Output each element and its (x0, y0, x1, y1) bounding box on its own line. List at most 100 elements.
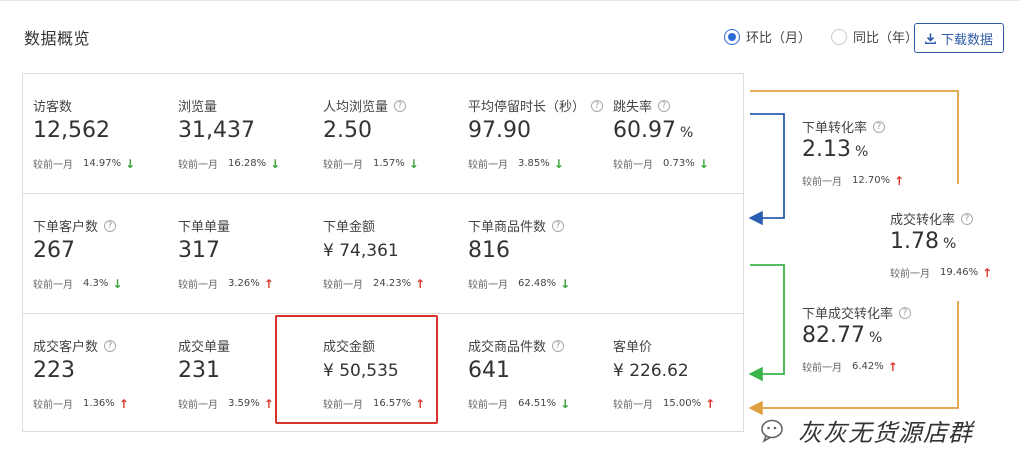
compare-label: 较前一月 (178, 280, 218, 291)
order-deal-conversion-rate: 下单成交转化率? 82.77% 较前一月 6.42% ↑ (802, 303, 1002, 393)
metric-value: ¥ 74,361 (323, 241, 399, 261)
metric-value: 97.90 (468, 118, 531, 143)
metric-cell: 下单客户数? 267 较前一月 4.3% ↓ (23, 194, 168, 313)
compare-pct: 4.3% (83, 278, 109, 289)
metric-value: 12,562 (33, 118, 110, 143)
download-icon (925, 33, 936, 44)
trend-up-icon: ↑ (415, 276, 426, 291)
data-overview-card: 数据概览 环比（月） 同比（年） 下载数据 访客数 12,562 较前一月 14.97… (0, 0, 1020, 474)
metric-cell: 成交商品件数? 641 较前一月 64.51% ↓ (458, 314, 603, 433)
metric-label: 访客数 (33, 100, 73, 115)
trend-down-icon: ↓ (270, 156, 281, 171)
compare-label: 较前一月 (178, 400, 218, 411)
trend-down-icon: ↓ (698, 156, 709, 171)
compare-pct: 12.70% (852, 175, 891, 186)
metric-label: 浏览量 (178, 100, 218, 115)
help-icon[interactable]: ? (552, 339, 565, 352)
compare-label: 较前一月 (323, 280, 363, 291)
compare-pct: 15.00% (663, 398, 702, 409)
compare-pct: 1.57% (373, 158, 405, 169)
highlight-box (275, 315, 438, 424)
help-icon[interactable]: ? (961, 212, 974, 225)
help-icon[interactable]: ? (899, 306, 912, 319)
metric-cell: 访客数 12,562 较前一月 14.97% ↓ (23, 74, 168, 193)
radio-year-over-year[interactable]: 同比（年） (831, 27, 918, 46)
trend-down-icon: ↓ (560, 396, 571, 411)
metric-label: 下单单量 (178, 220, 231, 235)
metric-label: 成交单量 (178, 340, 231, 355)
metric-cell: 下单商品件数? 816 较前一月 62.48% ↓ (458, 194, 603, 313)
compare-pct: 19.46% (940, 267, 979, 278)
blue-flow-line (748, 113, 785, 226)
radio-month-over-month[interactable]: 环比（月） (724, 27, 811, 46)
compare-label: 较前一月 (802, 177, 842, 188)
green-flow-line (748, 264, 785, 382)
trend-down-icon: ↓ (125, 156, 136, 171)
conv-unit: % (854, 144, 869, 160)
metric-cell: 成交客户数? 223 较前一月 1.36% ↑ (23, 314, 168, 433)
metric-cell: 客单价 ¥ 226.62 较前一月 15.00% ↑ (603, 314, 748, 433)
metric-value: 31,437 (178, 118, 255, 143)
metric-value: 816 (468, 238, 510, 263)
metric-label: 下单金额 (323, 220, 376, 235)
metric-value: 267 (33, 238, 75, 263)
compare-label: 较前一月 (613, 160, 653, 171)
conv-label: 下单成交转化率 (802, 307, 894, 322)
metric-value: 2.50 (323, 118, 372, 143)
conv-unit: % (868, 330, 883, 346)
trend-up-icon: ↑ (887, 359, 898, 374)
conv-label: 成交转化率 (890, 213, 956, 228)
metric-label: 人均浏览量 (323, 100, 389, 115)
compare-pct: 62.48% (518, 278, 557, 289)
conv-label: 下单转化率 (802, 121, 868, 136)
trend-up-icon: ↑ (982, 265, 993, 280)
traffic-row: 访客数 12,562 较前一月 14.97% ↓ 浏览量 31,437 较前一月 16.28% ↓… (23, 74, 743, 193)
compare-label: 较前一月 (468, 400, 508, 411)
watermark: 灰灰无货源店群 (760, 413, 973, 448)
conv-value: 82.77 (802, 323, 865, 348)
compare-pct: 14.97% (83, 158, 122, 169)
trend-down-icon: ↓ (560, 276, 571, 291)
compare-label: 较前一月 (33, 280, 73, 291)
radio-checked-icon (724, 28, 740, 45)
metric-value: ¥ 226.62 (613, 361, 689, 381)
trend-up-icon: ↑ (705, 396, 716, 411)
help-icon[interactable]: ? (658, 99, 671, 112)
trend-up-icon: ↑ (894, 173, 905, 188)
metric-value: 231 (178, 358, 220, 383)
metric-value: 223 (33, 358, 75, 383)
trend-down-icon: ↓ (112, 276, 123, 291)
help-icon[interactable]: ? (552, 219, 565, 232)
metric-unit: % (679, 125, 694, 141)
watermark-text: 灰灰无货源店群 (798, 419, 973, 447)
help-icon[interactable]: ? (873, 120, 886, 133)
help-icon[interactable]: ? (104, 219, 117, 232)
conv-unit: % (942, 236, 957, 252)
radio-unchecked-icon (831, 28, 848, 45)
deal-conversion-rate: 成交转化率? 1.78% 较前一月 19.46% ↑ (890, 209, 1020, 299)
help-icon[interactable]: ? (104, 339, 117, 352)
metric-label: 成交客户数 (33, 340, 99, 355)
trend-up-icon: ↑ (118, 396, 129, 411)
order-row: 下单客户数? 267 较前一月 4.3% ↓ 下单单量 317 较前一月 3.26% ↑ 下单金额 ¥… (23, 193, 743, 312)
wechat-icon (761, 419, 783, 443)
help-icon[interactable]: ? (591, 99, 604, 112)
compare-label: 较前一月 (468, 160, 508, 171)
compare-pct: 0.73% (663, 158, 695, 169)
order-conversion-rate: 下单转化率? 2.13% 较前一月 12.70% ↑ (802, 117, 1002, 207)
compare-pct: 3.26% (228, 278, 260, 289)
compare-label: 较前一月 (323, 160, 363, 171)
compare-pct: 3.59% (228, 398, 260, 409)
compare-pct: 64.51% (518, 398, 557, 409)
download-data-button[interactable]: 下载数据 (914, 23, 1004, 53)
help-icon[interactable]: ? (394, 99, 407, 112)
compare-pct: 3.85% (518, 158, 550, 169)
compare-label: 较前一月 (178, 160, 218, 171)
metric-label: 平均停留时长（秒） (468, 100, 586, 115)
compare-pct: 1.36% (83, 398, 115, 409)
metric-label: 客单价 (613, 340, 653, 355)
page-title: 数据概览 (24, 29, 91, 48)
metric-label: 成交商品件数 (468, 340, 547, 355)
trend-down-icon: ↓ (553, 156, 564, 171)
download-label: 下载数据 (940, 32, 993, 48)
